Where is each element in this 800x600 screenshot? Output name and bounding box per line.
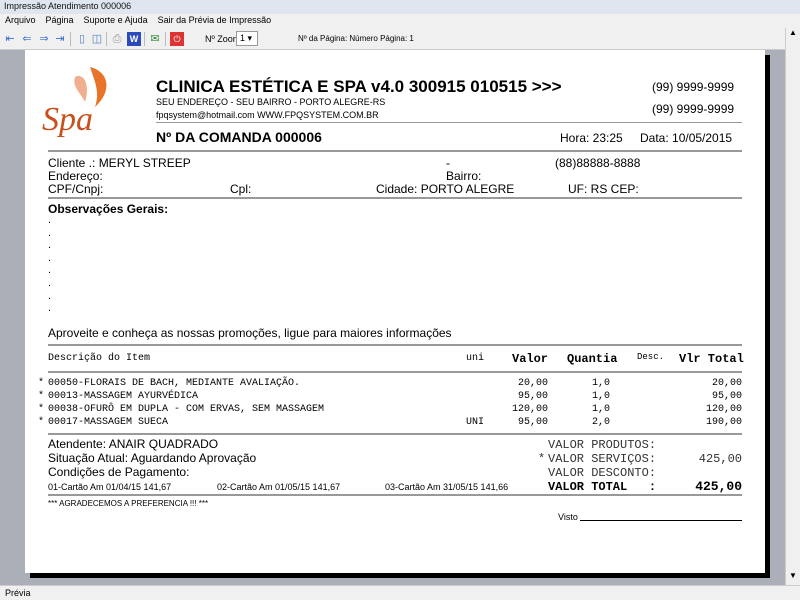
menu-arquivo[interactable]: Arquivo — [5, 15, 36, 27]
dash: - — [446, 156, 450, 170]
phone-1: (99) 9999-9999 — [652, 80, 735, 94]
col-uni: uni — [466, 353, 485, 364]
item-valor: 120,00 — [511, 404, 548, 415]
servicos-mark: * — [538, 452, 546, 466]
valor-total: 425,00 — [695, 479, 742, 494]
page-info: Nº da Página: Número Página: 1 — [298, 34, 414, 43]
email-icon[interactable]: ✉ — [148, 32, 162, 46]
valor-servicos: 425,00 — [698, 452, 742, 466]
status-bar: Prévia — [0, 585, 800, 600]
observacoes-lines: . . . . . . . . — [48, 214, 52, 315]
hora: Hora: 23:25 — [560, 131, 623, 145]
prev-page-icon[interactable]: ⇐ — [20, 32, 34, 46]
col-desc: Desc. — [637, 352, 665, 362]
next-page-icon[interactable]: ⇒ — [37, 32, 51, 46]
observacoes-title: Observações Gerais: — [48, 202, 169, 216]
item-mark: * — [38, 378, 45, 389]
item-qtd: 1,0 — [591, 391, 610, 402]
endereco: Endereço: — [48, 169, 103, 183]
item-mark: * — [38, 404, 45, 415]
valor-produtos-label: VALOR PRODUTOS: — [548, 438, 657, 452]
item-valor: 95,00 — [517, 391, 548, 402]
item-desc: 00013-MASSAGEM AYURVÉDICA — [48, 391, 199, 402]
menu-suporte[interactable]: Suporte e Ajuda — [84, 15, 148, 27]
item-qtd: 1,0 — [591, 378, 610, 389]
payment-3: 03-Cartão Am 31/05/15 141,66 — [385, 482, 509, 492]
uf-cep: UF: RS CEP: — [568, 182, 639, 196]
print-icon[interactable]: ⎙ — [110, 32, 124, 46]
scroll-up-icon[interactable]: ▲ — [786, 28, 800, 42]
item-desc: 00038-OFURÔ EM DUPLA - COM ERVAS, SEM MA… — [48, 404, 325, 415]
data: Data: 10/05/2015 — [640, 131, 733, 145]
company-address: SEU ENDEREÇO - SEU BAIRRO - PORTO ALEGRE… — [156, 97, 386, 107]
condicoes-pagamento: Condições de Pagamento: — [48, 465, 190, 479]
cliente-phone: (88)88888-8888 — [555, 156, 641, 170]
visto-label: Visto — [558, 512, 578, 522]
vertical-scrollbar[interactable]: ▲ ▼ — [785, 28, 800, 585]
scroll-down-icon[interactable]: ▼ — [786, 571, 800, 585]
cidade: Cidade: PORTO ALEGRE — [376, 182, 515, 196]
item-qtd: 2,0 — [591, 417, 610, 428]
close-preview-icon[interactable]: ⏻ — [170, 32, 184, 46]
comanda-number: Nº DA COMANDA 000006 — [156, 129, 322, 145]
atendente: Atendente: ANAIR QUADRADO — [48, 437, 219, 451]
phone-2: (99) 9999-9999 — [652, 102, 735, 116]
col-descricao: Descrição do Item — [48, 353, 151, 364]
window-title: Impressão Atendimento 000006 — [0, 0, 800, 14]
cpl: Cpl: — [230, 182, 252, 196]
word-export-icon[interactable]: W — [127, 32, 141, 46]
zoom-label: Nº Zoom — [205, 34, 241, 44]
footer-thanks: *** AGRADECEMOS A PREFERENCIA !!! *** — [48, 499, 209, 508]
col-total: Vlr Total — [679, 352, 744, 366]
bairro: Bairro: — [446, 169, 482, 183]
promo-text: Aproveite e conheça as nossas promoções,… — [48, 326, 452, 340]
first-page-icon[interactable]: ⇤ — [3, 32, 17, 46]
zoom-select[interactable]: 1 ▾ — [236, 31, 258, 46]
toolbar: ⇤ ⇐ ⇒ ⇥ ▯ ◫ ⎙ W ✉ ⏻ Nº Zoom 1 ▾ Nº da Pá… — [0, 28, 800, 50]
zoom-value: 1 — [240, 33, 246, 43]
item-qtd: 1,0 — [591, 404, 610, 415]
situacao: Situação Atual: Aguardando Aprovação — [48, 451, 257, 465]
valor-desconto-label: VALOR DESCONTO: — [548, 466, 657, 480]
item-total: 190,00 — [705, 417, 742, 428]
item-total: 20,00 — [711, 378, 742, 389]
item-valor: 95,00 — [517, 417, 548, 428]
two-pages-icon[interactable]: ◫ — [90, 32, 104, 46]
item-total: 95,00 — [711, 391, 742, 402]
company-name: CLINICA ESTÉTICA E SPA v4.0 300915 01051… — [156, 77, 562, 96]
item-desc: 00050-FLORAIS DE BACH, MEDIANTE AVALIAÇÃ… — [48, 378, 301, 389]
col-valor: Valor — [512, 352, 549, 366]
last-page-icon[interactable]: ⇥ — [53, 32, 67, 46]
item-mark: * — [38, 391, 45, 402]
item-desc: 00017-MASSAGEM SUECA — [48, 417, 169, 428]
menu-bar: Arquivo Página Suporte e Ajuda Sair da P… — [0, 14, 800, 28]
svg-text:Spa: Spa — [42, 101, 93, 137]
item-valor: 20,00 — [517, 378, 548, 389]
menu-sair-previa[interactable]: Sair da Prévia de Impressão — [158, 15, 272, 27]
cliente: Cliente .: MERYL STREEP — [48, 156, 191, 170]
valor-total-label: VALOR TOTAL : — [548, 480, 657, 494]
payment-1: 01-Cartão Am 01/04/15 141,67 — [48, 482, 172, 492]
payment-2: 02-Cartão Am 01/05/15 141,67 — [217, 482, 341, 492]
company-contact: fpqsystem@hotmail.com WWW.FPQSYSTEM.COM.… — [156, 110, 379, 120]
valor-servicos-label: VALOR SERVIÇOS: — [548, 452, 657, 466]
single-page-icon[interactable]: ▯ — [75, 32, 89, 46]
menu-pagina[interactable]: Página — [46, 15, 74, 27]
item-uni: UNI — [466, 417, 485, 428]
item-total: 120,00 — [705, 404, 742, 415]
spa-logo: Spa — [40, 62, 120, 138]
visto-line — [580, 520, 742, 521]
cpf: CPF/Cnpj: — [48, 182, 104, 196]
col-quantia: Quantia — [567, 352, 618, 366]
item-mark: * — [38, 417, 45, 428]
